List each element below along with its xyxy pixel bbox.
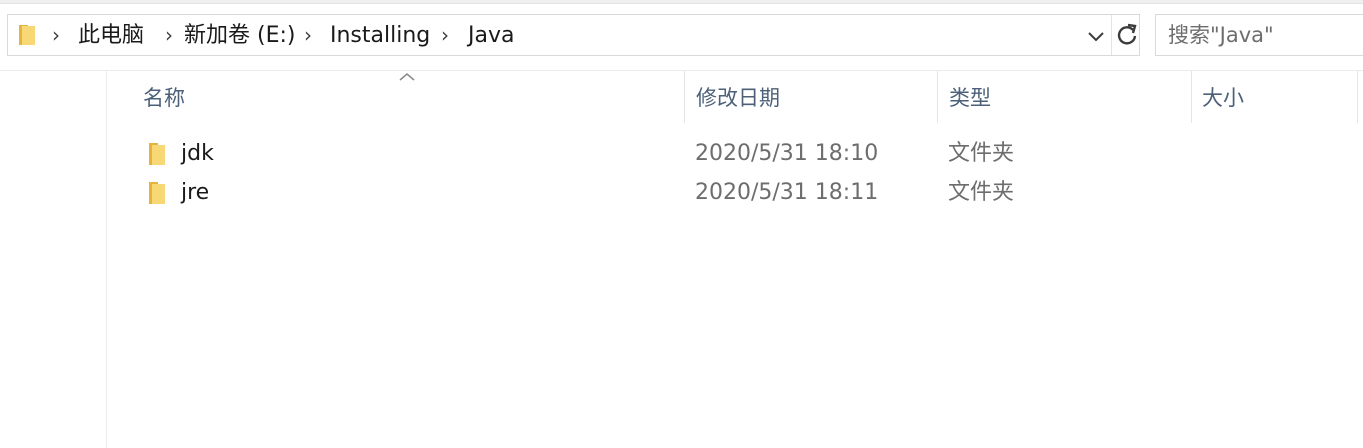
- address-bar[interactable]: › 此电脑 › 新加卷 (E:) › Installing › Java: [7, 14, 1140, 56]
- file-name[interactable]: jdk: [181, 140, 214, 168]
- column-divider[interactable]: [1191, 71, 1192, 123]
- chevron-down-icon[interactable]: [1085, 25, 1107, 47]
- search-input[interactable]: [1168, 21, 1358, 49]
- file-date-modified: 2020/5/31 18:11: [695, 180, 879, 205]
- file-row[interactable]: jdk 2020/5/31 18:10 文件夹: [134, 135, 1194, 173]
- column-divider[interactable]: [937, 71, 938, 123]
- sort-ascending-icon: [399, 73, 415, 81]
- breadcrumb-separator-icon[interactable]: ›: [52, 24, 60, 46]
- file-date-modified: 2020/5/31 18:10: [695, 141, 879, 166]
- breadcrumb-separator-icon[interactable]: ›: [304, 24, 312, 46]
- breadcrumb-volume-e[interactable]: 新加卷 (E:): [184, 23, 295, 49]
- breadcrumb-separator-icon[interactable]: ›: [441, 24, 449, 46]
- address-bar-divider: [1111, 15, 1112, 55]
- file-type: 文件夹: [948, 180, 1015, 205]
- file-type: 文件夹: [948, 141, 1015, 166]
- toolbar-divider: [0, 70, 1363, 71]
- breadcrumb-this-pc[interactable]: 此电脑: [78, 23, 144, 49]
- column-header-name[interactable]: 名称: [143, 84, 185, 112]
- column-header-type[interactable]: 类型: [949, 84, 991, 112]
- window-top-strip: [0, 0, 1363, 4]
- breadcrumb-installing[interactable]: Installing: [330, 23, 430, 49]
- column-divider[interactable]: [684, 71, 685, 123]
- breadcrumb-separator-icon[interactable]: ›: [165, 24, 173, 46]
- folder-icon: [149, 143, 165, 165]
- navigation-pane-divider[interactable]: [106, 71, 107, 448]
- file-row[interactable]: jre 2020/5/31 18:11 文件夹: [134, 174, 1194, 212]
- search-box[interactable]: [1155, 14, 1363, 56]
- column-header-date-modified[interactable]: 修改日期: [696, 84, 780, 112]
- breadcrumb-java[interactable]: Java: [468, 23, 514, 49]
- column-header-size[interactable]: 大小: [1202, 84, 1244, 112]
- file-name[interactable]: jre: [181, 179, 209, 207]
- refresh-icon[interactable]: [1114, 21, 1140, 49]
- column-divider[interactable]: [1357, 71, 1358, 123]
- folder-icon: [19, 25, 35, 45]
- folder-icon: [149, 182, 165, 204]
